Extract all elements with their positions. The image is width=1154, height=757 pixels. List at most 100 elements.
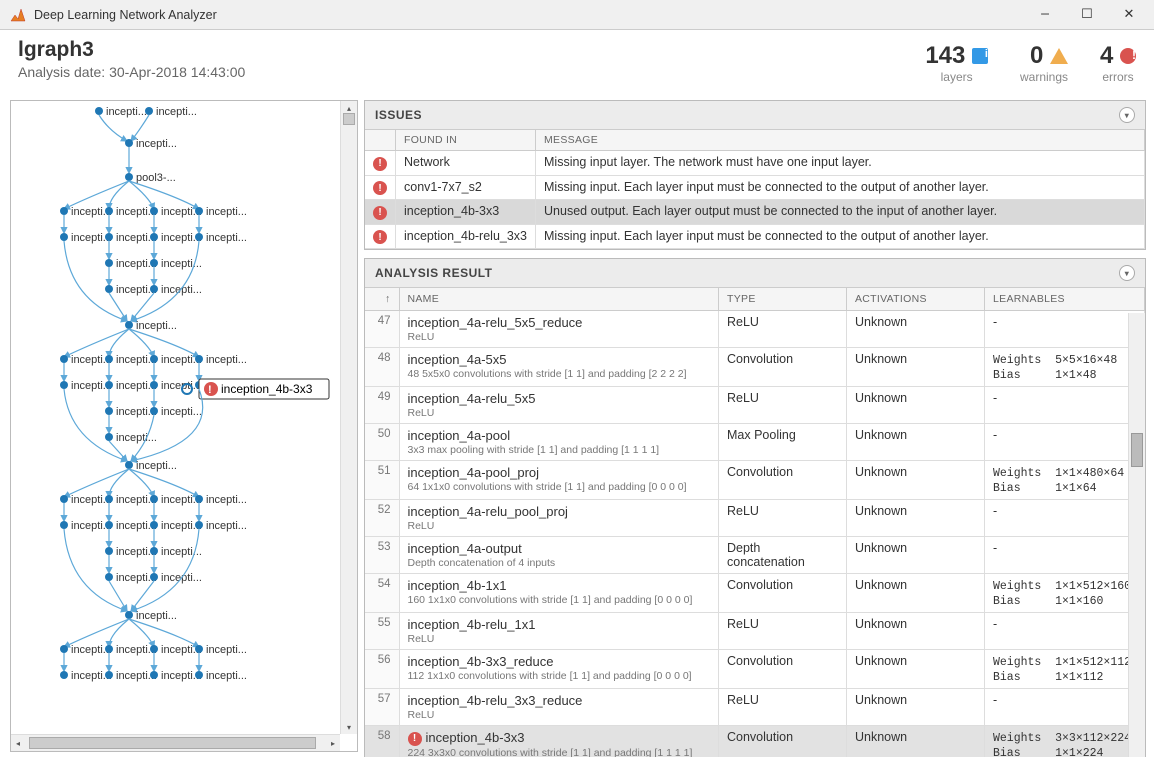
- row-index: 53: [365, 537, 399, 574]
- row-name: inception_4a-pool_proj64 1x1x0 convoluti…: [399, 461, 719, 500]
- issue-row[interactable]: ! Network Missing input layer. The netwo…: [365, 151, 1145, 176]
- row-index: 57: [365, 689, 399, 726]
- result-row[interactable]: 58 !inception_4b-3x3224 3x3x0 convolutio…: [365, 726, 1145, 757]
- row-learnables: Weights 5×5×16×48 Bias 1×1×48: [985, 348, 1145, 387]
- row-type: ReLU: [719, 500, 847, 537]
- col-message[interactable]: MESSAGE: [536, 130, 1145, 151]
- row-learnables: -: [985, 689, 1145, 726]
- row-type: Convolution: [719, 348, 847, 387]
- row-activations: Unknown: [847, 424, 985, 461]
- minimize-button[interactable]: ─: [1024, 1, 1066, 29]
- svg-text:incepti...: incepti...: [206, 670, 247, 682]
- results-title: ANALYSIS RESULT: [375, 266, 493, 280]
- row-type: ReLU: [719, 689, 847, 726]
- col-learnables[interactable]: LEARNABLES: [985, 288, 1145, 311]
- row-index: 50: [365, 424, 399, 461]
- maximize-button[interactable]: ☐: [1066, 1, 1108, 29]
- col-found-in[interactable]: FOUND IN: [396, 130, 536, 151]
- issue-row[interactable]: ! inception_4b-3x3 Unused output. Each l…: [365, 200, 1145, 225]
- issue-found-in: Network: [396, 151, 536, 176]
- row-activations: Unknown: [847, 537, 985, 574]
- info-icon: i: [972, 48, 988, 64]
- row-learnables: -: [985, 613, 1145, 650]
- row-name: inception_4a-relu_pool_projReLU: [399, 500, 719, 537]
- row-type: Max Pooling: [719, 424, 847, 461]
- error-icon: !: [373, 230, 387, 244]
- stat-layers: 143 i layers: [925, 42, 988, 84]
- row-type: ReLU: [719, 613, 847, 650]
- row-learnables: -: [985, 537, 1145, 574]
- graph-horizontal-scrollbar[interactable]: ◂ ▸: [11, 734, 340, 751]
- row-learnables: -: [985, 500, 1145, 537]
- row-index: 52: [365, 500, 399, 537]
- svg-text:incepti...: incepti...: [161, 284, 202, 296]
- result-row[interactable]: 48 inception_4a-5x548 5x5x0 convolutions…: [365, 348, 1145, 387]
- result-row[interactable]: 57 inception_4b-relu_3x3_reduceReLU ReLU…: [365, 689, 1145, 726]
- issues-title: ISSUES: [375, 108, 422, 122]
- result-row[interactable]: 53 inception_4a-outputDepth concatenatio…: [365, 537, 1145, 574]
- row-activations: Unknown: [847, 311, 985, 348]
- row-learnables: Weights 1×1×512×160 Bias 1×1×160: [985, 574, 1145, 613]
- results-vertical-scrollbar[interactable]: [1128, 313, 1145, 757]
- collapse-issues-button[interactable]: ▾: [1119, 107, 1135, 123]
- stat-errors: 4 ! errors: [1100, 42, 1136, 84]
- row-index: 47: [365, 311, 399, 348]
- row-activations: Unknown: [847, 387, 985, 424]
- result-row[interactable]: 56 inception_4b-3x3_reduce112 1x1x0 conv…: [365, 650, 1145, 689]
- row-index: 48: [365, 348, 399, 387]
- row-name: inception_4a-pool3x3 max pooling with st…: [399, 424, 719, 461]
- svg-text:incepti...: incepti...: [156, 106, 197, 118]
- graph-vertical-scrollbar[interactable]: ▴ ▾: [340, 101, 357, 734]
- graph-panel[interactable]: incepti... incepti... incepti... pool3-.…: [10, 100, 358, 752]
- row-index: 58: [365, 726, 399, 757]
- window-title: Deep Learning Network Analyzer: [34, 8, 1024, 22]
- error-icon: !: [373, 157, 387, 171]
- row-type: Convolution: [719, 461, 847, 500]
- svg-text:pool3-...: pool3-...: [136, 172, 176, 184]
- col-name[interactable]: NAME: [399, 288, 719, 311]
- row-learnables: -: [985, 311, 1145, 348]
- row-activations: Unknown: [847, 613, 985, 650]
- result-row[interactable]: 47 inception_4a-relu_5x5_reduceReLU ReLU…: [365, 311, 1145, 348]
- row-type: ReLU: [719, 387, 847, 424]
- close-button[interactable]: ✕: [1108, 1, 1150, 29]
- row-index: 55: [365, 613, 399, 650]
- result-row[interactable]: 54 inception_4b-1x1160 1x1x0 convolution…: [365, 574, 1145, 613]
- matlab-logo-icon: [8, 5, 28, 25]
- error-icon: !: [408, 732, 422, 746]
- row-index: 56: [365, 650, 399, 689]
- svg-text:!: !: [208, 384, 212, 396]
- svg-text:incepti...: incepti...: [206, 232, 247, 244]
- row-name: inception_4b-relu_1x1ReLU: [399, 613, 719, 650]
- collapse-results-button[interactable]: ▾: [1119, 265, 1135, 281]
- result-row[interactable]: 51 inception_4a-pool_proj64 1x1x0 convol…: [365, 461, 1145, 500]
- analysis-date: Analysis date: 30-Apr-2018 14:43:00: [18, 64, 245, 80]
- issue-message: Unused output. Each layer output must be…: [536, 200, 1145, 225]
- header: lgraph3 Analysis date: 30-Apr-2018 14:43…: [0, 30, 1154, 92]
- col-type[interactable]: TYPE: [719, 288, 847, 311]
- row-type: Convolution: [719, 726, 847, 757]
- issues-panel: ISSUES ▾ FOUND IN MESSAGE ! Network Miss…: [364, 100, 1146, 250]
- col-index[interactable]: ↑: [365, 288, 399, 311]
- results-panel: ANALYSIS RESULT ▾ ↑ NAME TYPE ACTIVATION…: [364, 258, 1146, 757]
- issue-found-in: inception_4b-relu_3x3: [396, 224, 536, 249]
- issue-message: Missing input. Each layer input must be …: [536, 224, 1145, 249]
- row-activations: Unknown: [847, 574, 985, 613]
- error-icon: !: [373, 181, 387, 195]
- svg-text:incepti...: incepti...: [161, 406, 202, 418]
- result-row[interactable]: 55 inception_4b-relu_1x1ReLU ReLU Unknow…: [365, 613, 1145, 650]
- row-index: 51: [365, 461, 399, 500]
- col-activations[interactable]: ACTIVATIONS: [847, 288, 985, 311]
- row-learnables: -: [985, 424, 1145, 461]
- row-index: 49: [365, 387, 399, 424]
- result-row[interactable]: 50 inception_4a-pool3x3 max pooling with…: [365, 424, 1145, 461]
- issue-row[interactable]: ! inception_4b-relu_3x3 Missing input. E…: [365, 224, 1145, 249]
- result-row[interactable]: 49 inception_4a-relu_5x5ReLU ReLU Unknow…: [365, 387, 1145, 424]
- row-learnables: Weights 1×1×512×112 Bias 1×1×112: [985, 650, 1145, 689]
- result-row[interactable]: 52 inception_4a-relu_pool_projReLU ReLU …: [365, 500, 1145, 537]
- issue-row[interactable]: ! conv1-7x7_s2 Missing input. Each layer…: [365, 175, 1145, 200]
- row-name: inception_4b-3x3_reduce112 1x1x0 convolu…: [399, 650, 719, 689]
- svg-text:incepti...: incepti...: [136, 320, 177, 332]
- error-icon: !: [1120, 48, 1136, 64]
- svg-text:incepti...: incepti...: [206, 644, 247, 656]
